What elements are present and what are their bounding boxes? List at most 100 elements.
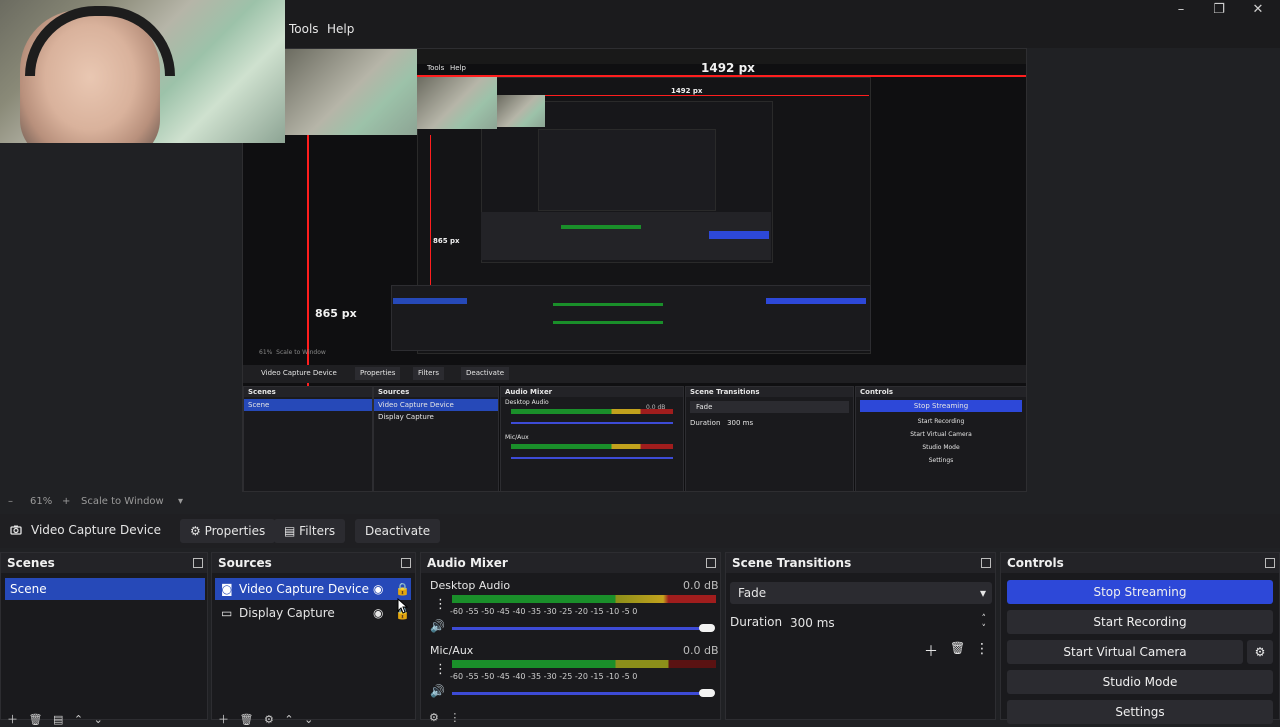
source-item-display[interactable]: ▭ Display Capture ◉ 🔒 — [215, 602, 411, 624]
volume-meter — [452, 660, 716, 668]
start-recording-button[interactable]: Start Recording — [1007, 610, 1273, 634]
kebab-menu-icon[interactable]: ⋮ — [975, 641, 989, 657]
nested-properties: Properties — [355, 367, 401, 380]
nested-meter-3 — [561, 225, 641, 229]
trash-icon[interactable]: 🗑 — [950, 641, 965, 655]
nested-stop-2 — [766, 298, 866, 304]
kebab-menu-icon[interactable]: ⋮ — [449, 711, 460, 724]
controls-dock: Controls Stop Streaming Start Recording … — [1000, 552, 1280, 724]
transition-value: Fade — [738, 586, 767, 600]
audio-mixer-title: Audio Mixer — [421, 553, 720, 573]
start-virtual-camera-button[interactable]: Start Virtual Camera — [1007, 640, 1243, 664]
close-button[interactable]: ✕ — [1238, 0, 1278, 20]
nested-capture-4 — [538, 129, 716, 211]
minimize-button[interactable]: – — [1161, 0, 1201, 20]
nested-db: 0.0 dB — [646, 404, 666, 411]
kebab-menu-icon[interactable]: ⋮ — [434, 662, 447, 677]
nested-menu-tools: Tools — [427, 64, 445, 72]
properties-label: Properties — [204, 524, 266, 538]
volume-slider[interactable] — [452, 627, 708, 630]
source-label: Video Capture Device — [239, 582, 370, 596]
nested-stop-3 — [709, 231, 769, 239]
studio-mode-button[interactable]: Studio Mode — [1007, 670, 1273, 694]
volume-meter — [452, 595, 716, 603]
zoom-bar: – 61% + Scale to Window ▾ — [0, 494, 1280, 510]
meter-ticks: -60 -55 -50 -45 -40 -35 -30 -25 -20 -15 … — [450, 607, 638, 616]
duration-label: Duration — [730, 615, 783, 629]
source-label: Display Capture — [239, 606, 335, 620]
nested-deactivate: Deactivate — [461, 367, 510, 380]
audio-toolbar: ⚙ ⋮ — [429, 711, 460, 725]
gear-icon: ⚙ — [190, 524, 201, 538]
add-icon[interactable]: ＋ — [924, 641, 938, 661]
zoom-value: 61% — [30, 496, 53, 507]
virtual-camera-settings-gear-icon[interactable]: ⚙ — [1247, 640, 1273, 664]
dock-float-icon[interactable] — [193, 558, 203, 568]
maximize-button[interactable]: ❐ — [1199, 0, 1239, 20]
filter-icon: ▤ — [284, 524, 296, 538]
dock-float-icon[interactable] — [401, 558, 411, 568]
nested-transitions-dock: Scene Transitions Fade Duration 300 ms — [685, 386, 854, 491]
zoom-out-button[interactable]: – — [8, 496, 13, 507]
channel-name: Mic/Aux — [430, 644, 474, 657]
filters-button[interactable]: ▤ Filters — [274, 519, 346, 543]
nested-audio-dock: Audio Mixer Desktop Audio Mic/Aux — [500, 386, 684, 491]
chevron-down-icon: ▾ — [979, 586, 986, 600]
properties-button[interactable]: ⚙ Properties — [180, 519, 276, 543]
nested-height-label-2: 865 px — [433, 237, 460, 245]
nested-docks-2 — [391, 285, 871, 351]
nested-filters: Filters — [413, 367, 444, 380]
nested-sources-dock: Sources Video Capture Device Display Cap… — [373, 386, 499, 491]
stepper-down-icon[interactable]: ˅ — [982, 618, 987, 640]
scene-item[interactable]: Scene — [5, 578, 205, 600]
eye-icon[interactable]: ◉ — [373, 602, 383, 624]
sources-dock: Sources ◙ Video Capture Device ◉ 🔒 ▭ Dis… — [211, 552, 416, 726]
dock-float-icon[interactable] — [1265, 558, 1275, 568]
volume-slider-handle[interactable] — [699, 689, 715, 697]
volume-slider[interactable] — [452, 692, 708, 695]
scenes-toolbar: ＋ 🗑 ▤ ⌃ ⌄ — [7, 711, 103, 726]
meter-ticks: -60 -55 -50 -45 -40 -35 -30 -25 -20 -15 … — [450, 672, 638, 681]
nested-height-label: 865 px — [315, 307, 357, 320]
transition-select[interactable]: Fade ▾ — [730, 582, 992, 604]
stop-streaming-button[interactable]: Stop Streaming — [1007, 580, 1273, 604]
speaker-icon[interactable]: 🔊 — [430, 684, 445, 698]
webcam-overlay — [0, 0, 285, 143]
nested-width-label-2: 1492 px — [671, 87, 703, 95]
scenes-dock: Scenes Scene ＋ 🗑 ▤ ⌃ ⌄ — [0, 552, 208, 726]
zoom-mode[interactable]: Scale to Window — [81, 496, 164, 507]
preview-canvas[interactable]: Tools Help 1492 px 1492 px 865 px 865 px… — [242, 48, 1027, 492]
deactivate-button[interactable]: Deactivate — [355, 519, 441, 543]
volume-slider-handle[interactable] — [699, 624, 715, 632]
scene-transitions-title: Scene Transitions — [726, 553, 995, 573]
nested-meter-2 — [553, 303, 663, 306]
dock-float-icon[interactable] — [706, 558, 716, 568]
nested-source-name: Video Capture Device — [261, 369, 337, 377]
dock-float-icon[interactable] — [981, 558, 991, 568]
channel-name: Desktop Audio — [430, 579, 511, 592]
nested-zoom: 61% Scale to Window — [259, 349, 326, 356]
duration-input[interactable]: 300 ms ˄ ˅ — [790, 612, 990, 634]
zoom-in-button[interactable]: + — [62, 496, 70, 507]
filters-label: Filters — [299, 524, 336, 538]
sources-title: Sources — [212, 553, 415, 573]
settings-button[interactable]: Settings — [1007, 700, 1273, 724]
menu-tools[interactable]: Tools — [289, 22, 319, 36]
eye-icon[interactable]: ◉ — [373, 578, 383, 600]
nested-scenes-dock: Scenes Scene — [243, 386, 373, 491]
scene-transitions-dock: Scene Transitions Fade ▾ Duration 300 ms… — [725, 552, 996, 720]
source-item-video[interactable]: ◙ Video Capture Device ◉ 🔒 — [215, 578, 411, 600]
headset — [25, 6, 175, 76]
channel-db: 0.0 dB — [683, 644, 719, 657]
chevron-down-icon[interactable]: ▾ — [178, 496, 183, 507]
kebab-menu-icon[interactable]: ⋮ — [434, 597, 447, 612]
camera-icon — [10, 524, 22, 539]
nested-width-label: 1492 px — [701, 61, 755, 75]
speaker-icon[interactable]: 🔊 — [430, 619, 445, 633]
active-source-name: Video Capture Device — [31, 523, 162, 537]
menu-help[interactable]: Help — [327, 22, 354, 36]
lock-icon[interactable]: 🔒 — [395, 578, 410, 600]
mouse-cursor-icon — [397, 597, 409, 617]
gear-icon[interactable]: ⚙ — [429, 711, 439, 724]
nested-webcam-1 — [285, 49, 417, 135]
